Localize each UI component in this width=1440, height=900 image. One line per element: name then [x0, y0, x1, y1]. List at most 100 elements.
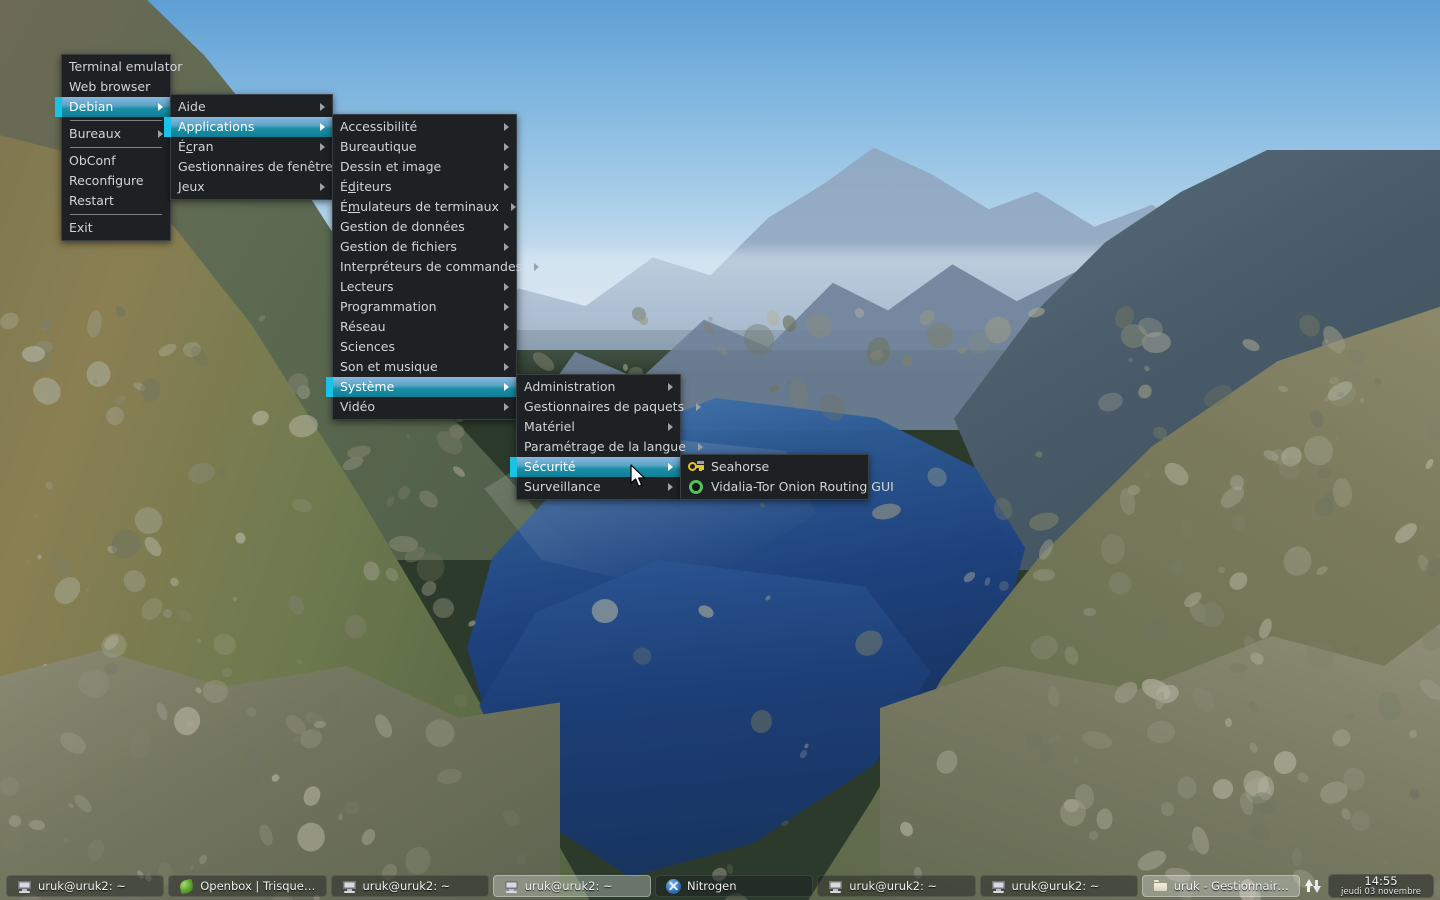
menu-item-label: Lecteurs: [340, 279, 394, 294]
taskbar-item-uruk-uruk2-3[interactable]: uruk@uruk2: ~: [492, 875, 651, 897]
menu-item-label: Gestion de données: [340, 219, 465, 234]
taskbar-item-uruk-uruk2-2[interactable]: uruk@uruk2: ~: [330, 875, 489, 897]
openbox-root-menu[interactable]: Terminal emulator Web browser Debian Bureau…: [55, 54, 182, 241]
chevron-right-icon: [534, 263, 540, 271]
menu-item-bureaux[interactable]: Bureaux: [62, 124, 170, 144]
menu-item-web-browser[interactable]: Web browser: [62, 77, 170, 97]
taskbar-item-uruk-uruk2-0[interactable]: uruk@uruk2: ~: [6, 875, 165, 897]
taskbar-item-nitrogen-4[interactable]: Nitrogen: [655, 875, 814, 897]
menu-item-son-et-musique[interactable]: Son et musique: [333, 357, 516, 377]
menu-item-label: Gestion de fichiers: [340, 239, 457, 254]
trisquel-icon: [179, 878, 195, 894]
securite-submenu[interactable]: Seahorse Vidalia-Tor Onion Routing GUI: [680, 454, 894, 500]
menu-item-label: Reconfigure: [69, 173, 144, 188]
nitrogen-icon: [666, 878, 681, 894]
menu-item-interpreteurs-de-commandes[interactable]: Interpréteurs de commandes: [333, 257, 540, 277]
clock-time: 14:55: [1364, 874, 1398, 888]
taskbar-item-label: uruk - Gestionnaire de fic...: [1173, 879, 1289, 893]
menu-item-programmation[interactable]: Programmation: [333, 297, 516, 317]
menu-item-vidalia-tor-onion-routing-gui[interactable]: Vidalia-Tor Onion Routing GUI: [681, 477, 894, 497]
menu-item-surveillance[interactable]: Surveillance: [517, 477, 680, 497]
applications-submenu[interactable]: Accessibilité Bureautique Dessin et image É…: [326, 114, 540, 420]
taskbar[interactable]: uruk@uruk2: ~ Openbox | Trisquel GNU/... u…: [0, 872, 1440, 900]
chevron-right-icon: [668, 463, 673, 471]
menu-item-label: Applications: [178, 119, 255, 134]
menu-item-obconf[interactable]: ObConf: [62, 151, 170, 171]
menu-item-label: Émulateurs de terminaux: [340, 199, 499, 214]
menu-item-label: Terminal emulator: [69, 59, 183, 74]
systeme-submenu[interactable]: Administration Gestionnaires de paquets Ma…: [510, 374, 703, 500]
terminal-icon: [504, 879, 519, 894]
chevron-right-icon: [697, 443, 703, 451]
menu-item-label: Sécurité: [524, 459, 576, 474]
menu-item-label: Debian: [69, 99, 114, 114]
menu-item-label: Écran: [178, 139, 214, 154]
chevron-right-icon: [504, 163, 509, 171]
menu-item-label: Web browser: [69, 79, 151, 94]
chevron-right-icon: [504, 123, 509, 131]
menu-item-bureautique[interactable]: Bureautique: [333, 137, 516, 157]
menu-item-restart[interactable]: Restart: [62, 191, 170, 211]
chevron-right-icon: [696, 403, 702, 411]
menu-item-materiel[interactable]: Matériel: [517, 417, 680, 437]
menu-item-accessibilite[interactable]: Accessibilité: [333, 117, 516, 137]
menu-item-label: Sciences: [340, 339, 395, 354]
menu-item-editeurs[interactable]: Éditeurs: [333, 177, 516, 197]
menu-item-label: Seahorse: [711, 459, 770, 474]
menu-item-gestionnaires-de-fenetres[interactable]: Gestionnaires de fenêtres: [171, 157, 357, 177]
menu-item-parametrage-de-la-langue[interactable]: Paramétrage de la langue: [517, 437, 703, 457]
menu-item-gestion-de-donnees[interactable]: Gestion de données: [333, 217, 516, 237]
menu-item-reseau[interactable]: Réseau: [333, 317, 516, 337]
menu-item-seahorse[interactable]: Seahorse: [681, 457, 868, 477]
menu-item-gestion-de-fichiers[interactable]: Gestion de fichiers: [333, 237, 516, 257]
taskbar-item-label: Openbox | Trisquel GNU/...: [200, 879, 315, 893]
menu-item-label: Programmation: [340, 299, 437, 314]
taskbar-item-label: uruk@uruk2: ~: [38, 879, 126, 893]
taskbar-item-label: Nitrogen: [687, 879, 737, 893]
menu-item-sciences[interactable]: Sciences: [333, 337, 516, 357]
terminal-icon: [828, 879, 843, 894]
chevron-right-icon: [668, 483, 673, 491]
chevron-right-icon: [320, 183, 325, 191]
folder-icon: [1152, 878, 1168, 894]
taskbar-item-label: uruk@uruk2: ~: [362, 879, 451, 893]
terminal-icon: [17, 879, 32, 894]
menu-item-label: Exit: [69, 220, 93, 235]
menu-item-video[interactable]: Vidéo: [333, 397, 516, 417]
taskbar-item-uruk-uruk2-5[interactable]: uruk@uruk2: ~: [817, 875, 976, 897]
menu-item-label: Gestionnaires de paquets: [524, 399, 685, 414]
menu-separator: [70, 120, 162, 121]
menu-item-label: ObConf: [69, 153, 116, 168]
menu-item-debian[interactable]: Debian: [55, 97, 170, 117]
menu-item-lecteurs[interactable]: Lecteurs: [333, 277, 516, 297]
menu-item-exit[interactable]: Exit: [62, 218, 170, 238]
menu-item-label: Aide: [178, 99, 206, 114]
menu-item-label: Administration: [524, 379, 616, 394]
menu-item-aide[interactable]: Aide: [171, 97, 332, 117]
debian-submenu[interactable]: Aide Applications Écran Gestionnaires de fe…: [164, 94, 357, 200]
taskbar-item-uruk-gestionnaire-de-fic-7[interactable]: uruk - Gestionnaire de fic...: [1141, 875, 1300, 897]
menu-item-jeux[interactable]: Jeux: [171, 177, 332, 197]
clock[interactable]: 14:55 jeudi 03 novembre: [1327, 874, 1434, 898]
system-tray[interactable]: [1302, 878, 1328, 894]
menu-item-dessin-et-image[interactable]: Dessin et image: [333, 157, 516, 177]
menu-item-administration[interactable]: Administration: [517, 377, 680, 397]
taskbar-window-list[interactable]: uruk@uruk2: ~ Openbox | Trisquel GNU/... u…: [4, 875, 1302, 897]
network-arrows-icon[interactable]: [1304, 878, 1322, 894]
menu-item-securite[interactable]: Sécurité: [510, 457, 680, 477]
chevron-right-icon: [504, 223, 509, 231]
menu-item-reconfigure[interactable]: Reconfigure: [62, 171, 170, 191]
menu-item-terminal-emulator[interactable]: Terminal emulator: [62, 57, 182, 77]
menu-separator: [70, 147, 162, 148]
taskbar-item-uruk-uruk2-6[interactable]: uruk@uruk2: ~: [979, 875, 1138, 897]
menu-item-label: Son et musique: [340, 359, 438, 374]
menu-item-systeme[interactable]: Système: [326, 377, 516, 397]
menu-item-emulateurs-de-terminaux[interactable]: Émulateurs de terminaux: [333, 197, 516, 217]
menu-item-ecran[interactable]: Écran: [171, 137, 332, 157]
menu-item-label: Éditeurs: [340, 179, 392, 194]
menu-item-applications[interactable]: Applications: [164, 117, 332, 137]
taskbar-item-openbox-trisquel-gnu-1[interactable]: Openbox | Trisquel GNU/...: [168, 875, 327, 897]
taskbar-item-label: uruk@uruk2: ~: [849, 879, 938, 893]
chevron-right-icon: [504, 283, 509, 291]
menu-item-gestionnaires-de-paquets[interactable]: Gestionnaires de paquets: [517, 397, 702, 417]
